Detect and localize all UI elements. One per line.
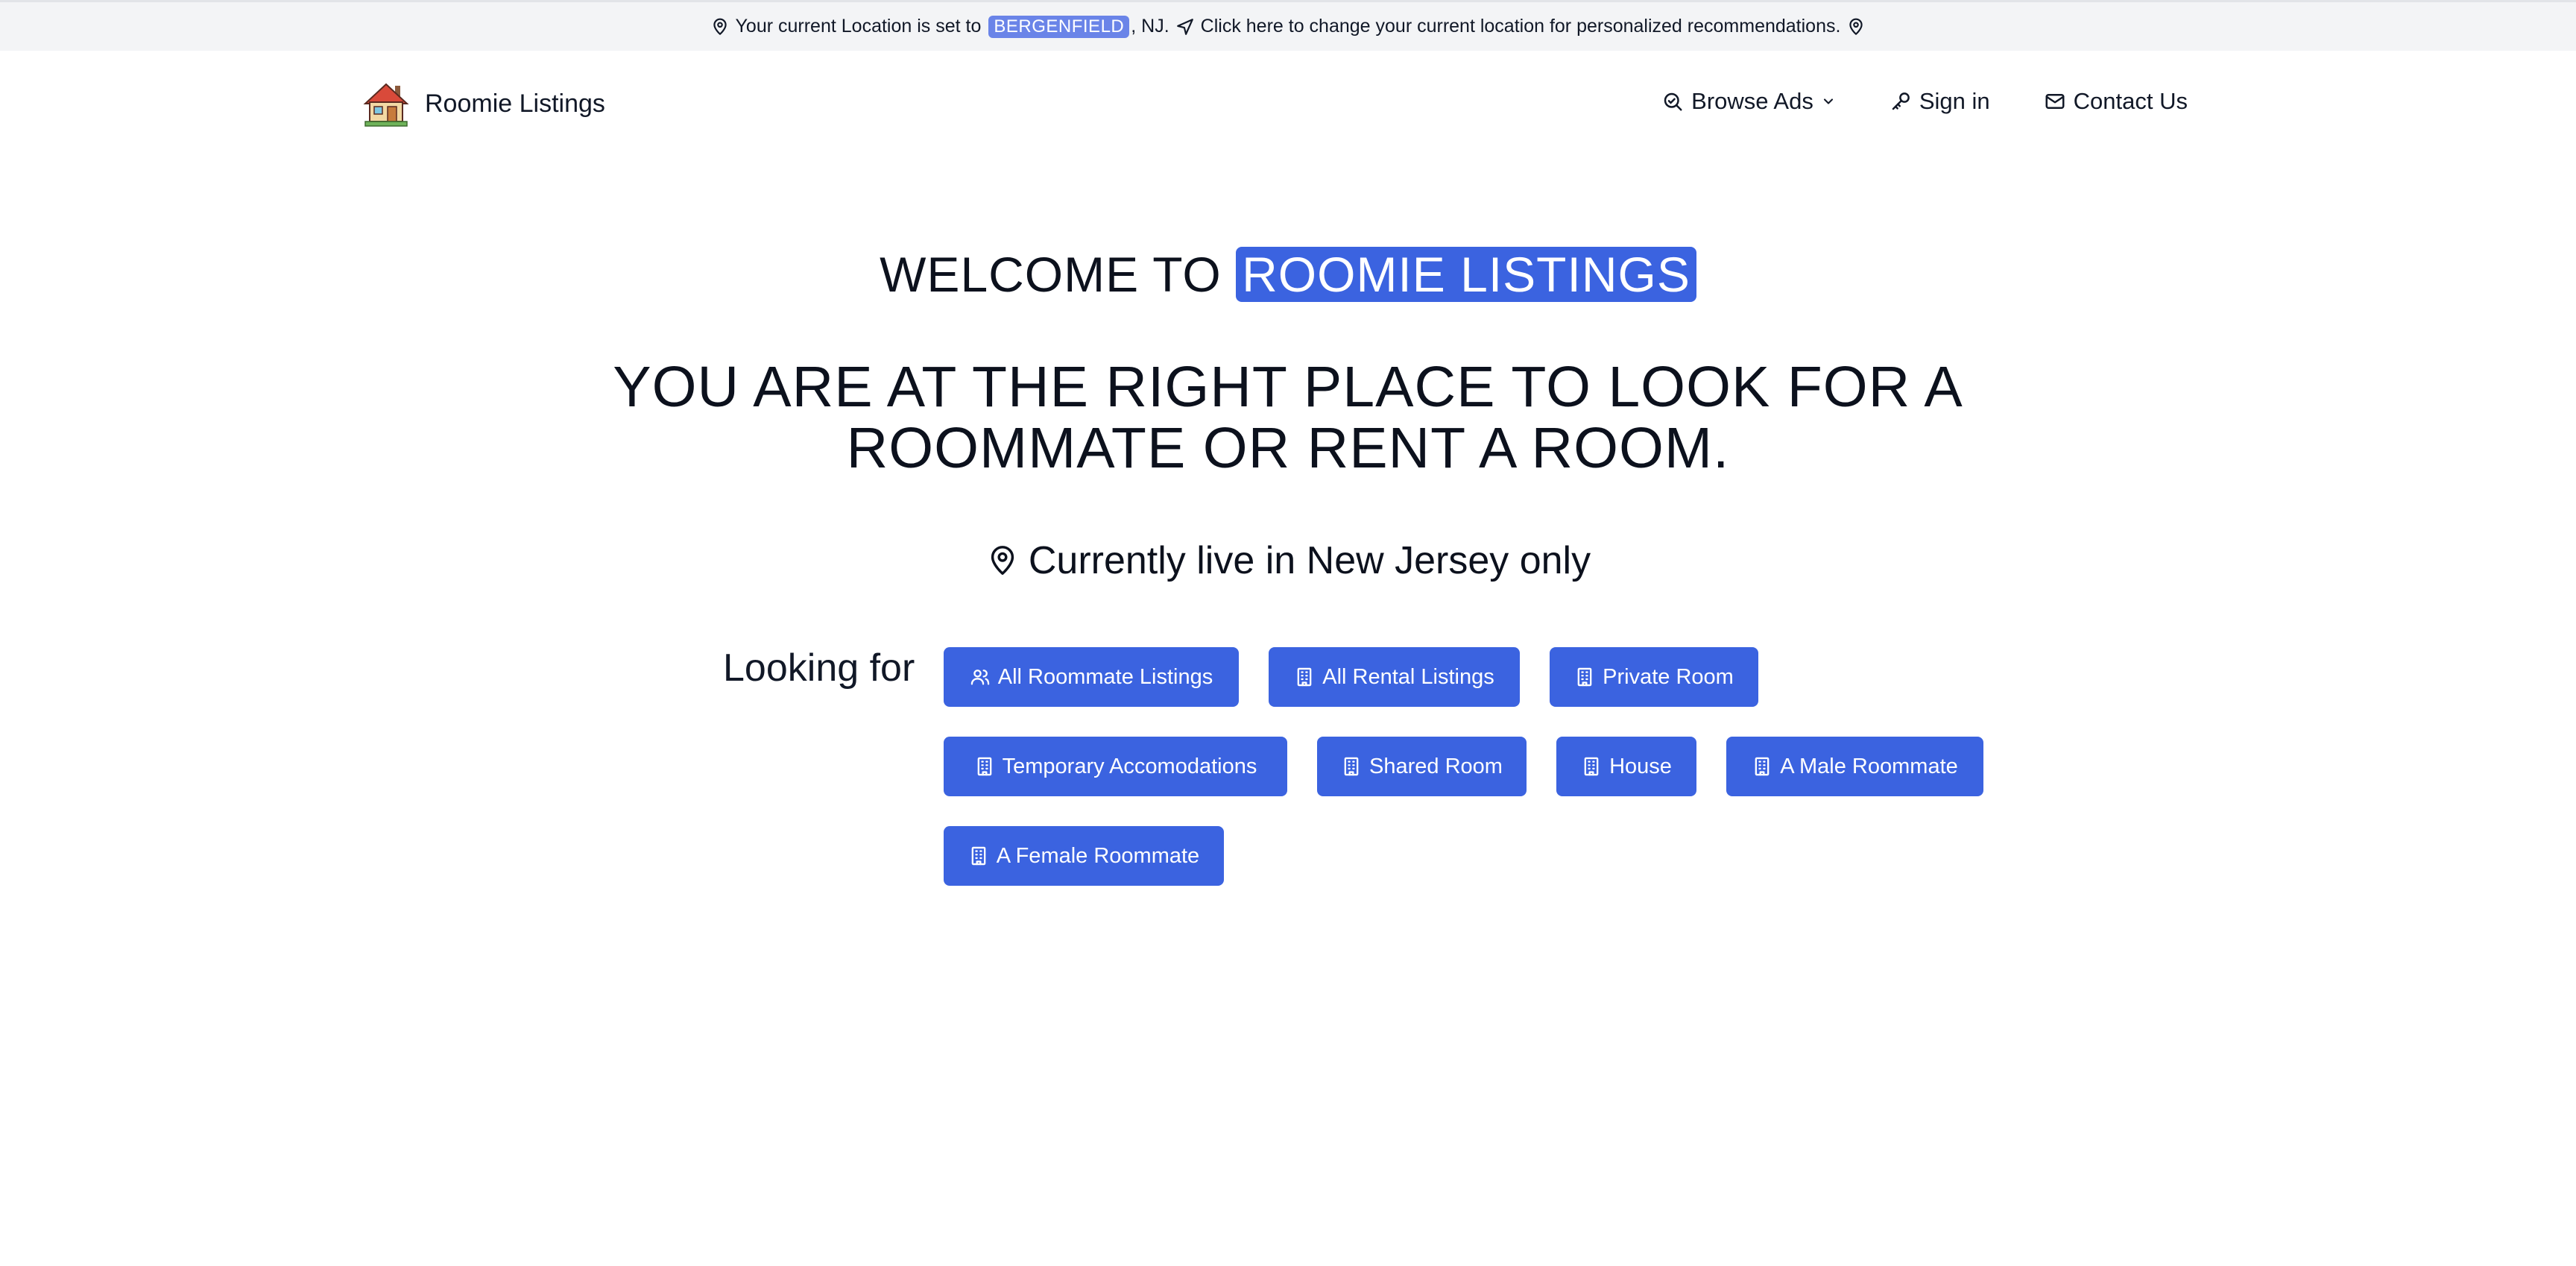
private-room-button[interactable]: Private Room [1550, 647, 1758, 707]
chevron-down-icon [1821, 94, 1836, 109]
building-icon [1581, 756, 1602, 777]
building-icon [1752, 756, 1772, 777]
button-label: A Female Roommate [996, 843, 1200, 868]
building-icon [1294, 667, 1315, 687]
browse-ads-label: Browse Ads [1691, 88, 1813, 114]
search-icon [1661, 90, 1684, 113]
button-label: Shared Room [1369, 754, 1503, 778]
main-nav: Browse Ads Sign in Contact Us [1661, 88, 2188, 115]
browse-ads-dropdown[interactable]: Browse Ads [1661, 88, 1836, 115]
building-icon [1341, 756, 1362, 777]
brand-link[interactable]: Roomie Listings [362, 80, 605, 127]
key-icon [1890, 90, 1912, 113]
female-roommate-button[interactable]: A Female Roommate [944, 826, 1224, 886]
headline-line-2: ROOMMATE OR RENT A ROOM. [846, 416, 1730, 480]
building-icon [974, 756, 995, 777]
welcome-brand-highlight: ROOMIE LISTINGS [1236, 247, 1696, 302]
map-pin-icon [710, 17, 730, 37]
sign-in-label: Sign in [1919, 88, 1990, 114]
headline-line-1: YOU ARE AT THE RIGHT PLACE TO LOOK FOR A [613, 355, 1963, 419]
contact-us-link[interactable]: Contact Us [2044, 88, 2188, 115]
all-rental-listings-button[interactable]: All Rental Listings [1269, 647, 1520, 707]
sign-in-link[interactable]: Sign in [1890, 88, 1990, 115]
users-icon [970, 667, 991, 687]
navigation-arrow-icon [1175, 17, 1195, 37]
region-note-text: Currently live in New Jersey only [1028, 539, 1591, 582]
contact-us-label: Contact Us [2073, 88, 2188, 114]
button-label: Private Room [1603, 664, 1734, 689]
map-pin-icon [985, 544, 1020, 578]
button-label: All Roommate Listings [997, 664, 1213, 689]
site-header: Roomie Listings Browse Ads Sign in Conta… [0, 51, 2576, 155]
mail-icon [2044, 90, 2066, 113]
change-location-link[interactable]: Click here to change your current locati… [1201, 16, 1841, 37]
looking-for-label: Looking for [723, 646, 915, 690]
house-button[interactable]: House [1556, 737, 1696, 796]
brand-name[interactable]: Roomie Listings [425, 89, 605, 119]
shared-room-button[interactable]: Shared Room [1317, 737, 1527, 796]
region-note: Currently live in New Jersey only [0, 538, 2576, 583]
location-bar: Your current Location is set to BERGENFI… [0, 0, 2576, 51]
male-roommate-button[interactable]: A Male Roommate [1726, 737, 1983, 796]
current-location-badge: BERGENFIELD [988, 15, 1130, 38]
building-icon [1574, 667, 1595, 687]
button-label: Temporary Accomodations [1002, 754, 1257, 778]
location-state-text: , NJ. [1131, 16, 1169, 37]
button-label: A Male Roommate [1780, 754, 1958, 778]
button-label: House [1609, 754, 1672, 778]
welcome-heading: WELCOME TO ROOMIE LISTINGS [0, 246, 2576, 303]
temporary-accomodations-button[interactable]: Temporary Accomodations [944, 737, 1287, 796]
hero-headline: YOU ARE AT THE RIGHT PLACE TO LOOK FOR A… [0, 356, 2576, 479]
welcome-prefix: WELCOME TO [880, 247, 1222, 302]
button-label: All Rental Listings [1322, 664, 1494, 689]
map-pin-icon[interactable] [1846, 17, 1866, 37]
building-icon [968, 845, 989, 866]
location-prefix-text: Your current Location is set to [735, 16, 982, 37]
all-roommate-listings-button[interactable]: All Roommate Listings [944, 647, 1239, 707]
house-logo-icon [362, 80, 410, 127]
